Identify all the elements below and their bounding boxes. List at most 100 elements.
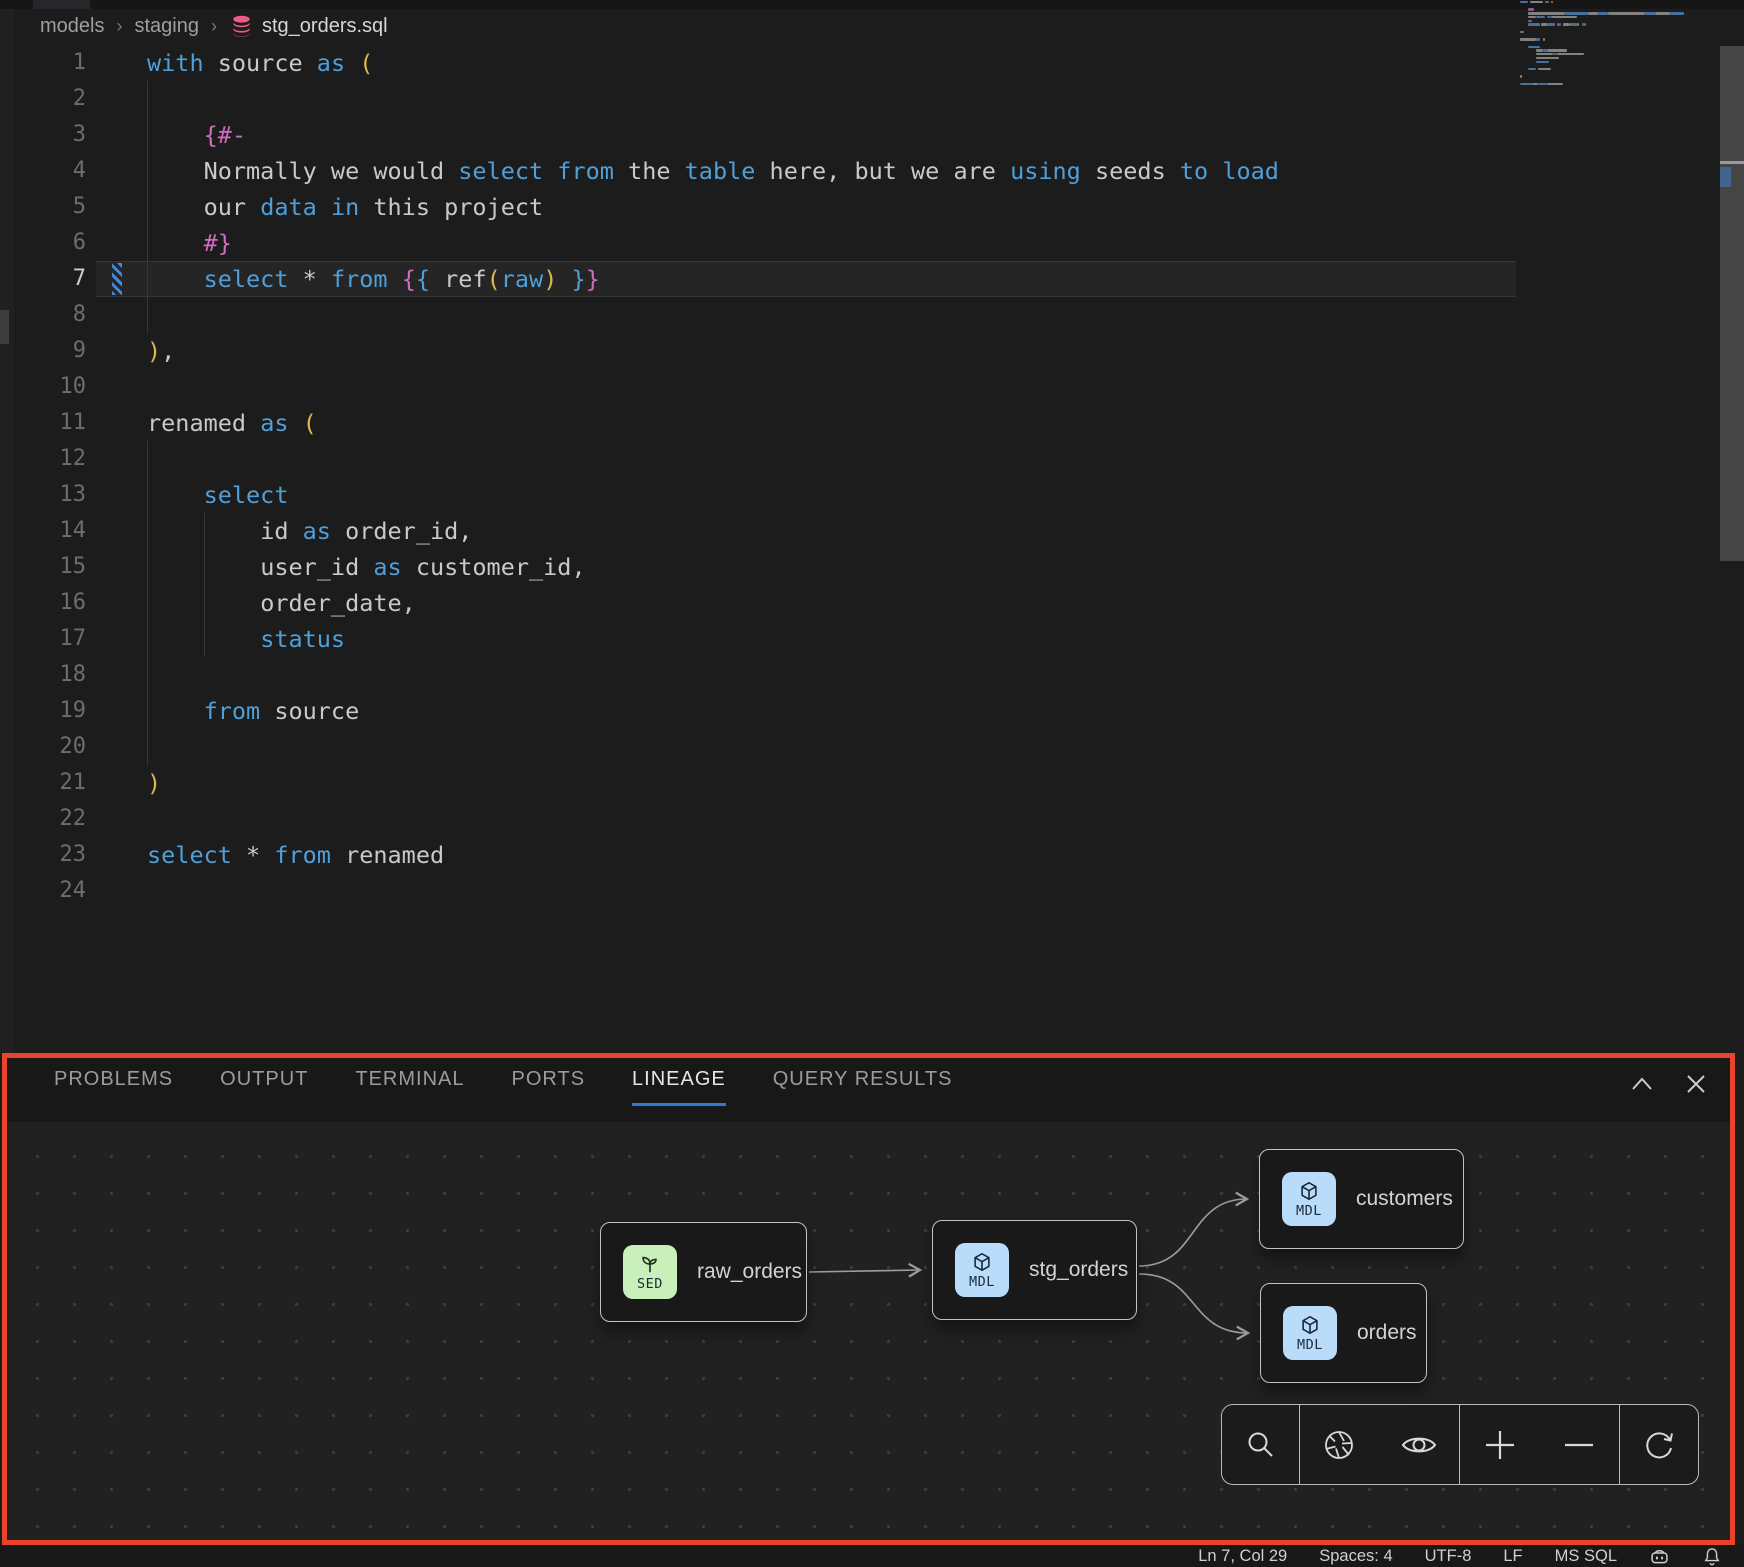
left-scroll-handle[interactable] <box>0 310 9 344</box>
code-line: with source as ( <box>147 45 373 81</box>
panel-tab-lineage[interactable]: LINEAGE <box>632 1068 726 1106</box>
seed-icon <box>639 1253 661 1275</box>
minimap-line <box>1536 57 1559 59</box>
code-line: from source <box>147 693 359 729</box>
status-cursor-position[interactable]: Ln 7, Col 29 <box>1198 1547 1287 1566</box>
code-editor[interactable]: 1with source as (23 {#-4 Normally we wou… <box>0 0 1744 1053</box>
minimap-line <box>1584 23 1586 25</box>
minimap-line <box>1545 1 1549 3</box>
minimap-line <box>1528 8 1534 10</box>
minimap-line <box>1538 68 1550 70</box>
code-line: status <box>147 621 345 657</box>
left-edge-strip <box>0 9 14 1053</box>
scrollbar-cursor-line <box>1720 161 1744 164</box>
status-eol[interactable]: LF <box>1503 1547 1522 1566</box>
minimap-line <box>1520 38 1536 40</box>
minimap-line <box>1577 23 1579 25</box>
vscode-window: models › staging › stg_orders.sql 1with … <box>0 0 1744 1567</box>
panel-tab-query-results[interactable]: QUERY RESULTS <box>773 1068 953 1106</box>
minimap-line <box>1551 16 1578 18</box>
minimap-line <box>1559 23 1561 25</box>
minimap-line <box>1547 23 1555 25</box>
code-line: #} <box>147 225 232 261</box>
minimap-line <box>1536 38 1540 40</box>
minimap-line <box>1547 49 1568 51</box>
panel-tab-output[interactable]: OUTPUT <box>220 1068 308 1106</box>
minimap-line <box>1541 23 1547 25</box>
code-line: id as order_id, <box>147 513 472 549</box>
minimap-line <box>1645 12 1655 14</box>
lineage-node-raw_orders[interactable]: SED raw_orders <box>600 1222 807 1322</box>
toolbar-group <box>1619 1405 1697 1484</box>
node-badge: MDL <box>955 1243 1009 1297</box>
toolbar-group <box>1222 1405 1299 1484</box>
search-icon[interactable] <box>1244 1428 1278 1462</box>
minimap-line <box>1528 20 1532 22</box>
minimap-line <box>1547 83 1563 85</box>
overview-ruler-modified-marker <box>1720 167 1731 187</box>
minimap-line <box>1530 1 1542 3</box>
eye-icon[interactable] <box>1400 1430 1438 1460</box>
aperture-icon[interactable] <box>1321 1427 1357 1463</box>
code-line: order_date, <box>147 585 416 621</box>
editor-scrollbar[interactable] <box>1720 46 1744 561</box>
status-bar: Ln 7, Col 29 Spaces: 4 UTF-8 LF MS SQL <box>0 1545 1744 1567</box>
cube-icon <box>971 1251 993 1273</box>
minimap-line <box>1520 1 1528 3</box>
panel-tab-bar: PROBLEMS OUTPUT TERMINAL PORTS LINEAGE QUERY … <box>54 1068 952 1106</box>
minimap-line <box>1536 53 1552 55</box>
minimap-line <box>1528 68 1536 70</box>
minimap-line <box>1520 75 1522 77</box>
minimap-line <box>1557 53 1584 55</box>
code-line: select * from {{ ref(raw) }} <box>147 261 600 297</box>
minimap-line <box>1598 12 1608 14</box>
lineage-node-stg_orders[interactable]: MDL stg_orders <box>932 1220 1137 1320</box>
panel-tab-ports[interactable]: PORTS <box>512 1068 586 1106</box>
minimap-line <box>1655 12 1669 14</box>
minimap-line <box>1528 23 1540 25</box>
code-line: our data in this project <box>147 189 543 225</box>
status-language-mode[interactable]: MS SQL <box>1555 1547 1617 1566</box>
zoom-out-icon[interactable] <box>1561 1427 1597 1463</box>
minimap-line <box>1528 46 1540 48</box>
node-label: orders <box>1357 1321 1417 1345</box>
panel-tab-terminal[interactable]: TERMINAL <box>355 1068 464 1106</box>
node-badge: MDL <box>1283 1306 1337 1360</box>
close-panel-icon[interactable] <box>1684 1072 1708 1096</box>
code-line: ) <box>147 765 161 801</box>
lineage-toolbar <box>1221 1404 1699 1485</box>
lineage-node-orders[interactable]: MDL orders <box>1260 1283 1427 1383</box>
status-indentation[interactable]: Spaces: 4 <box>1319 1547 1392 1566</box>
node-label: customers <box>1356 1187 1453 1211</box>
cube-icon <box>1299 1314 1321 1336</box>
node-badge: MDL <box>1282 1172 1336 1226</box>
minimap-line <box>1536 16 1544 18</box>
copilot-icon[interactable] <box>1649 1546 1670 1567</box>
zoom-in-icon[interactable] <box>1482 1427 1518 1463</box>
minimap-line <box>1528 16 1536 18</box>
chevron-up-icon[interactable] <box>1630 1076 1654 1092</box>
minimap-line <box>1608 12 1645 14</box>
toolbar-group <box>1299 1405 1459 1484</box>
node-badge-label: MDL <box>1297 1337 1323 1353</box>
bell-icon[interactable] <box>1702 1545 1722 1567</box>
toolbar-group <box>1459 1405 1619 1484</box>
node-badge-label: SED <box>637 1276 663 1292</box>
status-encoding[interactable]: UTF-8 <box>1425 1547 1472 1566</box>
panel-tab-problems[interactable]: PROBLEMS <box>54 1068 173 1106</box>
cube-icon <box>1298 1180 1320 1202</box>
lineage-node-customers[interactable]: MDL customers <box>1259 1149 1464 1249</box>
minimap[interactable] <box>1520 0 1692 400</box>
minimap-line <box>1543 38 1545 40</box>
minimap-line <box>1520 83 1532 85</box>
code-line: Normally we would select from the table … <box>147 153 1279 189</box>
refresh-icon[interactable] <box>1641 1427 1677 1463</box>
node-badge-label: MDL <box>969 1274 995 1290</box>
node-label: stg_orders <box>1029 1258 1128 1282</box>
code-line: select * from renamed <box>147 837 444 873</box>
minimap-line <box>1522 31 1524 33</box>
minimap-line <box>1588 12 1598 14</box>
node-label: raw_orders <box>697 1260 802 1284</box>
minimap-line <box>1565 12 1588 14</box>
minimap-line <box>1551 1 1553 3</box>
